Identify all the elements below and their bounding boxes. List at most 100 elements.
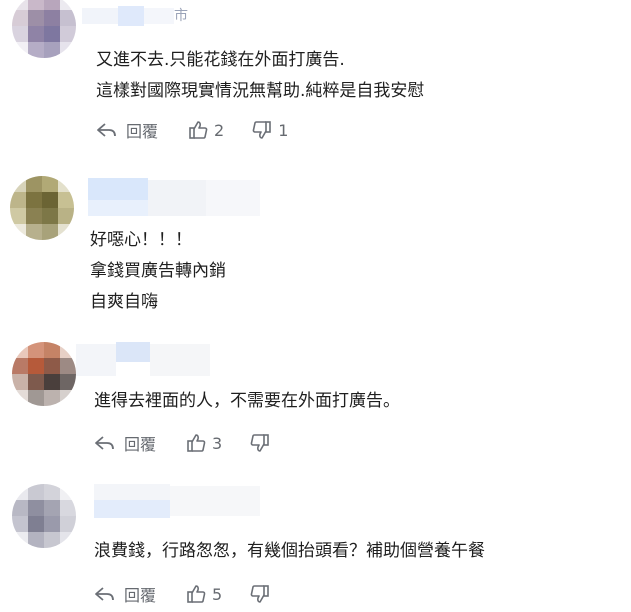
avatar-pixel [12,358,28,374]
author-name[interactable]: 市 [82,2,192,28]
avatar-pixel [12,484,28,500]
avatar-pixel [58,192,74,208]
comment-text-line: 進得去裡面的人，不需要在外面打廣告。 [94,391,400,411]
avatar-pixel [60,500,76,516]
dislike-count: 1 [278,120,289,140]
avatar-pixel [12,532,28,548]
avatar-pixel [60,358,76,374]
like-count: 2 [214,120,225,140]
avatar-pixel [28,516,44,532]
avatar-pixel [42,224,58,240]
avatar-pixel [28,484,44,500]
avatar-pixel [28,374,44,390]
avatar-pixel [44,42,60,58]
author-name[interactable] [88,176,264,218]
dislike-button[interactable] [250,433,270,453]
reply-icon [94,585,116,603]
avatar-pixel [60,516,76,532]
avatar-pixel [44,10,60,26]
comment-actions: 回覆 5 [94,582,270,606]
comment-text-line: 自爽自嗨 [90,292,158,312]
avatar-pixel [44,390,60,406]
avatar-pixel [44,484,60,500]
avatar-pixel [28,0,44,10]
avatar-pixel [28,390,44,406]
like-count: 3 [212,433,223,453]
comment-item: 浪費錢，行路怱怱，有幾個抬頭看？補助個營養午餐 回覆 5 [0,470,631,612]
dislike-button[interactable]: 1 [252,120,288,140]
avatar-pixel [26,192,42,208]
avatar-pixel [12,390,28,406]
avatar-pixel [44,358,60,374]
avatar[interactable] [12,0,76,58]
avatar-pixel [12,500,28,516]
avatar-pixel [44,0,60,10]
reply-button[interactable]: 回覆 [96,118,158,142]
like-button[interactable]: 5 [186,584,222,604]
avatar-pixel [28,358,44,374]
dislike-button[interactable] [250,584,270,604]
avatar-pixel [42,208,58,224]
avatar-pixel [26,224,42,240]
comment-text-line: 這樣對國際現實情況無幫助.純粹是自我安慰 [96,81,425,101]
avatar-pixel [28,42,44,58]
avatar-pixel [60,532,76,548]
avatar-pixel [58,224,74,240]
avatar-pixel [60,342,76,358]
comment-text-line: 拿錢買廣告轉內銷 [90,261,226,281]
avatar-pixel [10,192,26,208]
avatar-pixel [60,10,76,26]
avatar-pixel [28,532,44,548]
author-name-tail: 市 [174,8,188,24]
avatar-pixel [60,484,76,500]
avatar-pixel [12,342,28,358]
avatar-pixel [44,532,60,548]
avatar-pixel [44,516,60,532]
comment-text-line: 好噁心！！！ [90,230,192,250]
comment-text-line: 浪費錢，行路怱怱，有幾個抬頭看？補助個營養午餐 [94,541,485,561]
avatar-pixel [44,500,60,516]
comment-text-line: 又進不去.只能花錢在外面打廣告. [96,50,345,70]
avatar-pixel [12,26,28,42]
avatar-pixel [58,208,74,224]
avatar[interactable] [12,484,76,548]
reply-button[interactable]: 回覆 [94,582,156,606]
thumbs-down-icon [250,433,270,453]
avatar[interactable] [12,342,76,406]
like-count: 5 [212,584,223,604]
avatar-pixel [12,374,28,390]
avatar-pixel [42,176,58,192]
avatar-pixel [12,10,28,26]
avatar-pixel [10,176,26,192]
thumbs-down-icon [252,120,272,140]
thumbs-up-icon [186,433,206,453]
avatar-pixel [28,342,44,358]
reply-label: 回覆 [124,435,157,454]
avatar-pixel [28,26,44,42]
avatar-pixel [26,176,42,192]
author-name[interactable] [76,340,216,380]
comment-item: 市 又進不去.只能花錢在外面打廣告. 這樣對國際現實情況無幫助.純粹是自我安慰 … [0,0,631,150]
comment-actions: 回覆 3 [94,431,270,455]
author-name[interactable] [94,480,264,520]
reply-button[interactable]: 回覆 [94,431,156,455]
avatar-pixel [10,224,26,240]
avatar-pixel [28,500,44,516]
avatar-pixel [12,0,28,10]
avatar-pixel [42,192,58,208]
avatar-pixel [58,176,74,192]
avatar-pixel [26,208,42,224]
avatar-pixel [44,374,60,390]
reply-label: 回覆 [126,122,159,141]
like-button[interactable]: 3 [186,433,222,453]
avatar-pixel [60,26,76,42]
avatar-pixel [60,374,76,390]
avatar-pixel [12,42,28,58]
avatar-pixel [12,516,28,532]
thumbs-down-icon [250,584,270,604]
avatar-pixel [28,10,44,26]
avatar[interactable] [10,176,74,240]
like-button[interactable]: 2 [188,120,224,140]
avatar-pixel [60,390,76,406]
comment-item: 好噁心！！！ 拿錢買廣告轉內銷 自爽自嗨 [0,160,631,330]
